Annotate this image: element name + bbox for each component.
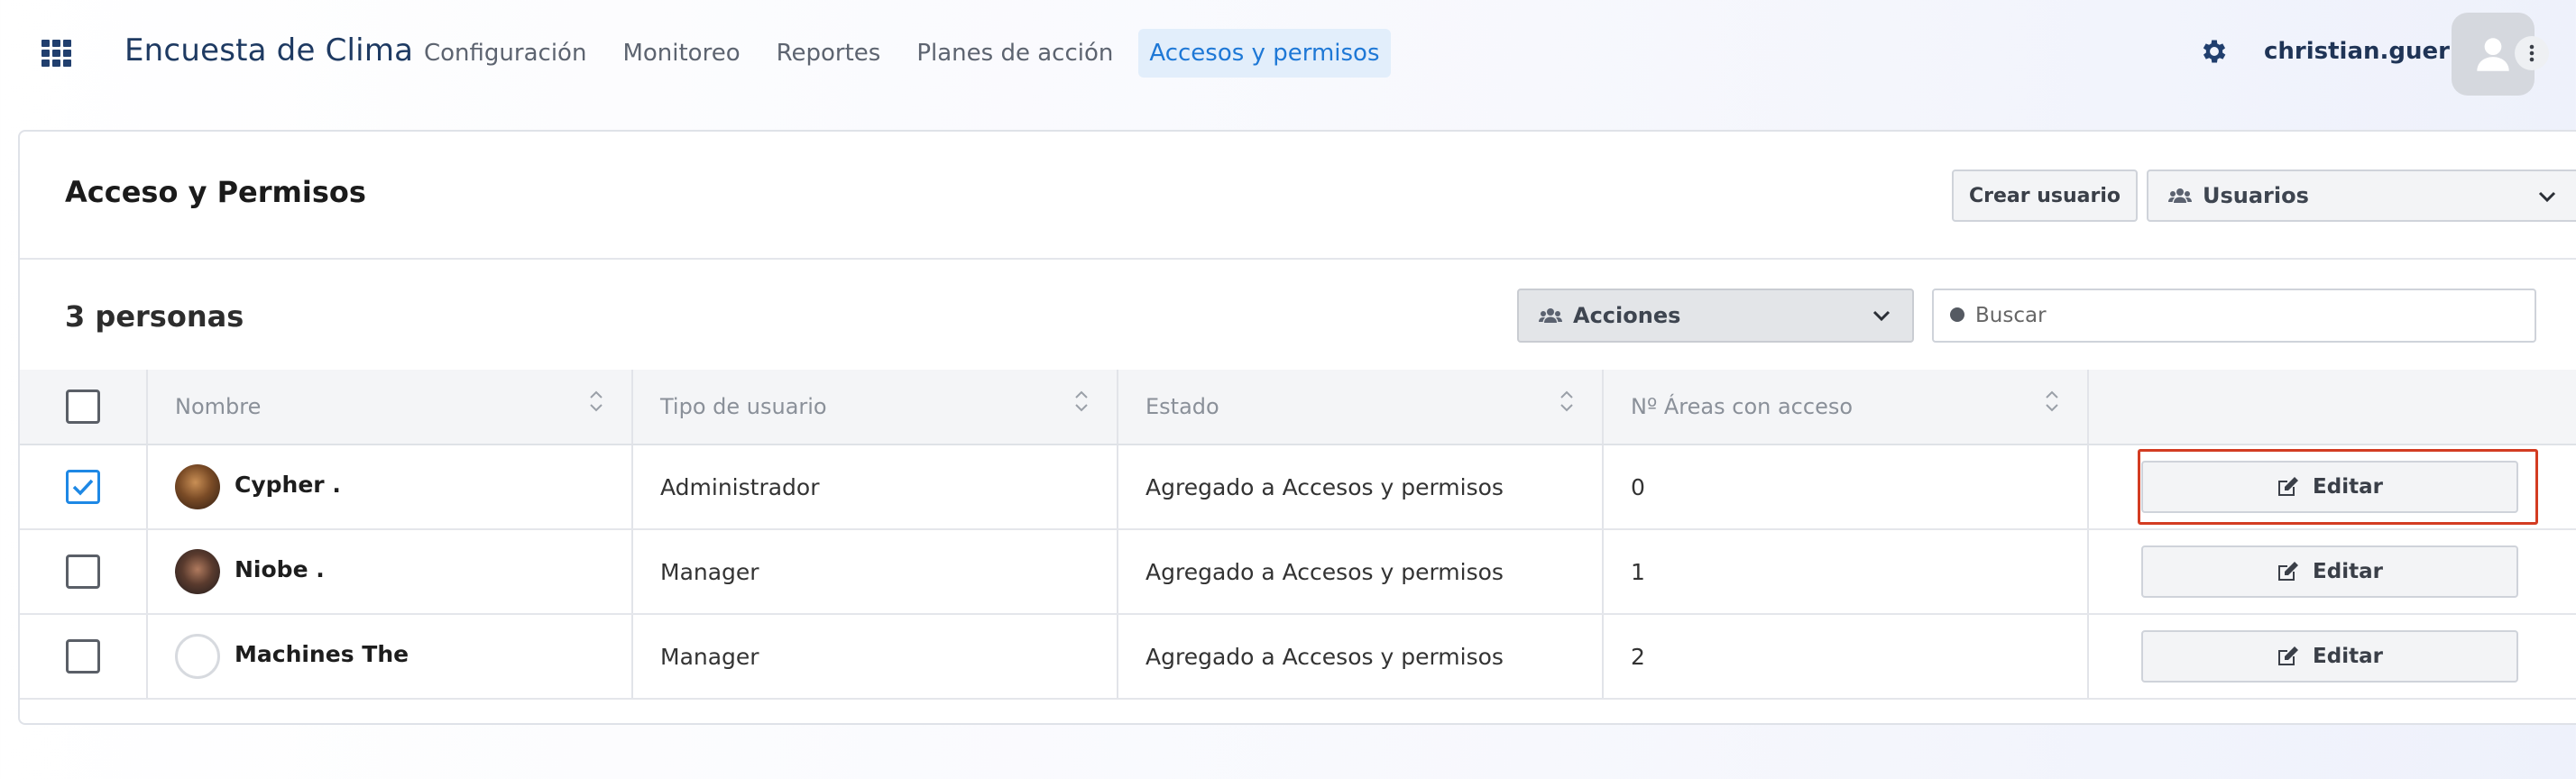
avatar xyxy=(175,549,220,594)
top-navigation: Encuesta de Clima Configuración Monitore… xyxy=(0,0,2576,117)
chevron-down-icon xyxy=(1872,310,1891,322)
column-header-estado[interactable]: Estado xyxy=(1145,394,1219,419)
actions-select-label: Acciones xyxy=(1573,303,1681,328)
kebab-menu-icon[interactable] xyxy=(2515,36,2549,70)
user-name[interactable]: Machines The xyxy=(235,641,409,667)
user-status: Agregado a Accesos y permisos xyxy=(1145,643,1504,670)
edit-button[interactable]: Editar xyxy=(2141,630,2518,683)
nav-planes-de-accion[interactable]: Planes de acción xyxy=(906,29,1124,78)
users-select[interactable]: Usuarios xyxy=(2147,170,2576,222)
areas-count: 2 xyxy=(1631,643,1645,670)
create-user-button[interactable]: Crear usuario xyxy=(1952,170,2138,222)
page-title: Acceso y Permisos xyxy=(65,175,366,209)
table-row: Niobe . Manager Agregado a Accesos y per… xyxy=(20,530,2576,615)
nav-configuracion[interactable]: Configuración xyxy=(413,29,597,78)
areas-count: 1 xyxy=(1631,558,1645,585)
user-type: Manager xyxy=(660,643,759,670)
people-count: 3 personas xyxy=(65,299,244,334)
sort-icon[interactable] xyxy=(1559,388,1575,415)
edit-button-label: Editar xyxy=(2313,560,2383,583)
users-icon xyxy=(2168,188,2192,203)
grid-apps-icon[interactable] xyxy=(41,40,72,67)
gear-icon[interactable] xyxy=(2199,36,2230,67)
table-row: Cypher . Administrador Agregado a Acceso… xyxy=(20,445,2576,530)
edit-button-label: Editar xyxy=(2313,475,2383,499)
edit-icon xyxy=(2278,646,2299,665)
areas-count: 0 xyxy=(1631,473,1645,500)
select-all-checkbox[interactable] xyxy=(66,390,100,424)
edit-icon xyxy=(2278,562,2299,581)
table-header: Nombre Tipo de usuario Estado Nº Áreas c… xyxy=(20,370,2576,445)
edit-button[interactable]: Editar xyxy=(2141,461,2518,513)
user-name[interactable]: Cypher . xyxy=(235,472,341,498)
search-box[interactable] xyxy=(1932,289,2536,343)
row-checkbox[interactable] xyxy=(66,470,100,504)
edit-button[interactable]: Editar xyxy=(2141,545,2518,598)
username[interactable]: christian.guerra xyxy=(2264,38,2477,65)
actions-select[interactable]: Acciones xyxy=(1517,289,1914,343)
row-checkbox[interactable] xyxy=(66,639,100,674)
sort-icon[interactable] xyxy=(588,388,604,415)
access-permissions-card: Acceso y Permisos Crear usuario Usuarios… xyxy=(18,130,2576,725)
table-toolbar: 3 personas Acciones xyxy=(20,260,2576,371)
row-checkbox[interactable] xyxy=(66,554,100,589)
search-input[interactable] xyxy=(1975,304,2516,327)
main-nav: Configuración Monitoreo Reportes Planes … xyxy=(413,29,1405,78)
users-select-label: Usuarios xyxy=(2203,183,2309,208)
app-title[interactable]: Encuesta de Clima xyxy=(124,32,413,69)
edit-icon xyxy=(2278,477,2299,496)
table-row: Machines The Manager Agregado a Accesos … xyxy=(20,615,2576,700)
users-table: Nombre Tipo de usuario Estado Nº Áreas c… xyxy=(20,370,2576,700)
chevron-down-icon xyxy=(2538,191,2556,203)
sort-icon[interactable] xyxy=(1073,388,1090,415)
column-header-areas[interactable]: Nº Áreas con acceso xyxy=(1631,394,1853,419)
nav-reportes[interactable]: Reportes xyxy=(766,29,892,78)
column-header-nombre[interactable]: Nombre xyxy=(175,394,261,419)
nav-monitoreo[interactable]: Monitoreo xyxy=(612,29,750,78)
users-icon xyxy=(1539,308,1562,323)
edit-button-label: Editar xyxy=(2313,645,2383,668)
card-header: Acceso y Permisos Crear usuario Usuarios xyxy=(20,132,2576,260)
nav-accesos-y-permisos[interactable]: Accesos y permisos xyxy=(1138,29,1391,78)
checkmark-icon xyxy=(72,479,94,496)
user-type: Manager xyxy=(660,558,759,585)
user-status: Agregado a Accesos y permisos xyxy=(1145,558,1504,585)
user-name[interactable]: Niobe . xyxy=(235,556,325,582)
avatar xyxy=(175,634,220,679)
search-icon xyxy=(1950,307,1964,322)
column-header-tipo[interactable]: Tipo de usuario xyxy=(660,394,827,419)
user-status: Agregado a Accesos y permisos xyxy=(1145,473,1504,500)
sort-icon[interactable] xyxy=(2044,388,2060,415)
avatar xyxy=(175,464,220,509)
user-type: Administrador xyxy=(660,473,820,500)
